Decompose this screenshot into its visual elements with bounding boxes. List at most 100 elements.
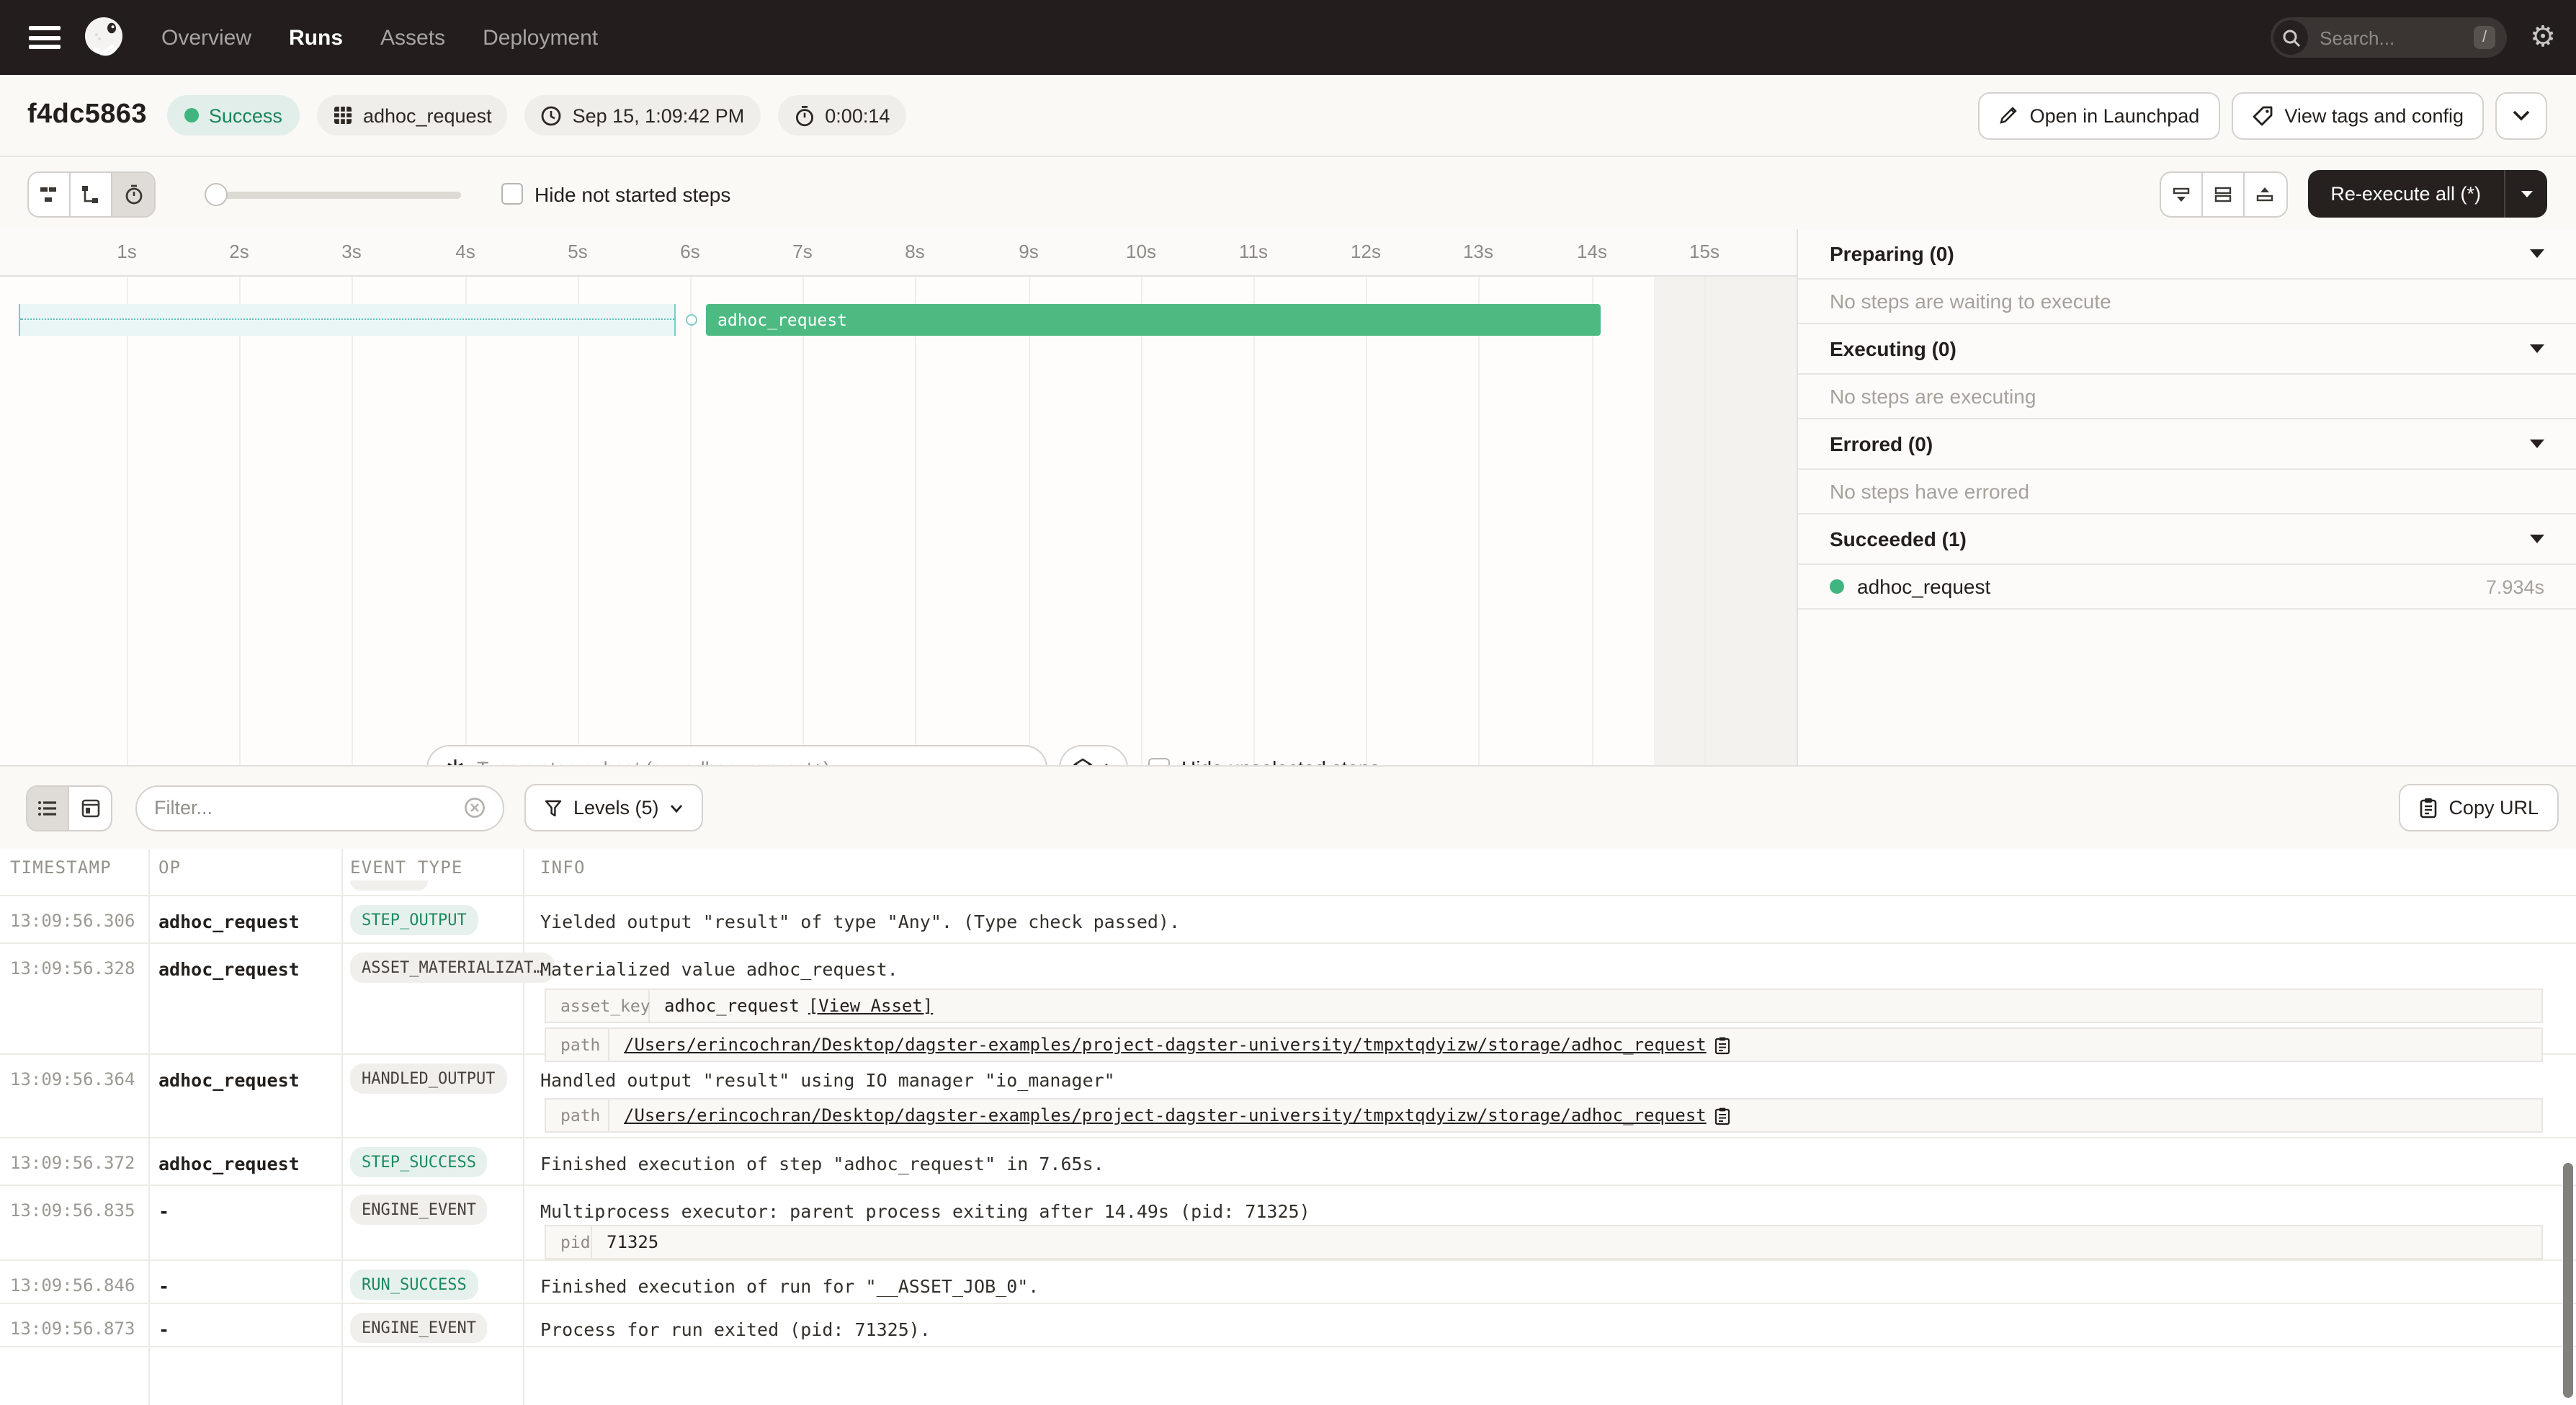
step-duration: 7.934s [2486, 576, 2544, 597]
timeline-tick-label: 6s [680, 241, 699, 262]
success-dot-icon [184, 108, 199, 122]
nav-link-runs[interactable]: Runs [289, 25, 343, 50]
caret-down-icon [2530, 440, 2544, 448]
hide-unselected-checkbox-row[interactable]: Hide unselected steps [1148, 757, 1380, 765]
copy-path-icon[interactable] [1715, 1035, 1731, 1054]
search-input[interactable]: Search... / [2271, 17, 2507, 58]
nav-link-assets[interactable]: Assets [380, 25, 445, 50]
event-type-badge: ENGINE_EVENT [350, 1313, 488, 1343]
filter-placeholder: Filter... [154, 797, 464, 819]
col-op: OP [158, 857, 181, 878]
gantt-toolbar: Hide not started steps [0, 159, 2576, 229]
split-panels-button[interactable] [2202, 172, 2244, 215]
copy-url-button[interactable]: Copy URL [2398, 784, 2559, 831]
job-name-chip[interactable]: adhoc_request [317, 95, 508, 135]
timeline-tick-label: 5s [568, 241, 587, 262]
log-row[interactable]: 13:09:56.364 adhoc_request HANDLED_OUTPU… [0, 1055, 2576, 1138]
slider-knob[interactable] [205, 182, 228, 205]
view-tags-config-button[interactable]: View tags and config [2231, 92, 2484, 139]
log-row[interactable]: 13:09:56.372 adhoc_request STEP_SUCCESS … [0, 1138, 2576, 1186]
log-row[interactable]: 13:09:56.846 - RUN_SUCCESS Finished exec… [0, 1261, 2576, 1304]
metadata-row: path /Users/erincochran/Desktop/dagster-… [545, 1098, 2543, 1133]
log-row[interactable]: 13:09:56.328 adhoc_request ASSET_MATERIA… [0, 944, 2576, 1055]
timeline-tick-label: 15s [1689, 241, 1719, 262]
waterfall-view-icon [81, 184, 101, 204]
flat-view-button[interactable] [29, 172, 71, 215]
waterfall-view-button[interactable] [71, 172, 112, 215]
section-executing[interactable]: Executing (0) [1798, 324, 2576, 375]
run-header: f4dc5863 Success adhoc_request Sep 15, 1… [0, 75, 2576, 157]
section-succeeded[interactable]: Succeeded (1) [1798, 514, 2576, 565]
structured-view-button[interactable] [69, 786, 111, 829]
log-row[interactable]: 13:09:56.835 - ENGINE_EVENT Multiprocess… [0, 1186, 2576, 1261]
timed-view-button[interactable] [112, 172, 154, 215]
timeline-tick-label: 3s [341, 241, 361, 262]
open-in-launchpad-button[interactable]: Open in Launchpad [1978, 92, 2220, 139]
gantt-body: adhoc_request Type a step subset (ex: ad… [0, 277, 1797, 765]
hide-unselected-checkbox[interactable] [1148, 757, 1170, 765]
caret-down-icon [2530, 249, 2544, 258]
log-view-mode-group [26, 785, 112, 831]
graph-query-button[interactable] [1059, 745, 1128, 765]
search-shortcut-kbd: / [2474, 26, 2495, 49]
clock-icon [541, 104, 563, 126]
hide-not-started-label: Hide not started steps [535, 182, 730, 205]
collapse-down-button[interactable] [2160, 172, 2202, 215]
list-view-button[interactable] [27, 786, 69, 829]
gantt-step-bar[interactable]: adhoc_request [706, 304, 1601, 336]
hamburger-menu-icon[interactable] [29, 26, 61, 49]
event-type-badge: HANDLED_OUTPUT [350, 1063, 506, 1094]
list-view-icon [37, 799, 58, 816]
nav-link-deployment[interactable]: Deployment [483, 25, 598, 50]
hide-not-started-checkbox-row[interactable]: Hide not started steps [501, 182, 730, 205]
hide-not-started-checkbox[interactable] [501, 183, 523, 205]
event-log-table: TIMESTAMP OP EVENT TYPE INFO 13:09:56.30… [0, 849, 2576, 1405]
gear-icon[interactable]: ⚙ [2530, 23, 2556, 52]
step-waiting-bar [19, 304, 676, 336]
log-scrollbar-thumb[interactable] [2563, 1163, 2573, 1398]
levels-dropdown-button[interactable]: Levels (5) [524, 784, 704, 831]
panel-up-icon [2255, 184, 2275, 204]
nav-links: Overview Runs Assets Deployment [161, 25, 598, 50]
metadata-row: pid 71325 [545, 1225, 2543, 1259]
succeeded-step-row[interactable]: adhoc_request 7.934s [1798, 565, 2576, 610]
op-selector-icon [445, 758, 465, 765]
layers-icon [1073, 758, 1092, 765]
event-type-badge: RUN_SUCCESS [350, 1270, 478, 1300]
clear-filter-icon[interactable] [464, 797, 486, 819]
gantt-chart: 1s 2s 3s 4s 5s 6s 7s 8s 9s 10s 11s 12s 1… [0, 229, 1797, 765]
after-run-shade [1654, 277, 1797, 765]
path-link[interactable]: /Users/erincochran/Desktop/dagster-examp… [624, 1035, 1707, 1055]
dagster-logo[interactable] [81, 14, 127, 61]
pencil-icon [1998, 105, 2018, 125]
flat-view-icon [39, 184, 59, 204]
timeline-tick-label: 2s [229, 241, 249, 262]
caret-down-icon [2530, 344, 2544, 353]
collapse-up-button[interactable] [2244, 172, 2286, 215]
preparing-empty-text: No steps are waiting to execute [1798, 280, 2576, 324]
reexecute-all-button[interactable]: Re-execute all (*) [2307, 170, 2504, 218]
step-subset-placeholder: Type a step subset (ex: adhoc_request+) [477, 757, 830, 765]
gantt-view-mode-group [27, 171, 156, 217]
timeline-tick-label: 1s [117, 241, 136, 262]
reexecute-dropdown-button[interactable] [2504, 170, 2547, 218]
run-actions-dropdown-button[interactable] [2495, 92, 2547, 139]
gantt-zoom-slider[interactable] [205, 182, 461, 205]
log-toolbar: Filter... Levels (5) C [0, 765, 2576, 849]
nav-link-overview[interactable]: Overview [161, 25, 251, 50]
col-timestamp: TIMESTAMP [10, 857, 112, 878]
section-preparing[interactable]: Preparing (0) [1798, 229, 2576, 280]
view-asset-link[interactable]: [View Asset] [808, 996, 933, 1016]
timeline-tick-label: 8s [905, 241, 924, 262]
step-subset-input[interactable]: Type a step subset (ex: adhoc_request+) [426, 745, 1047, 765]
path-link[interactable]: /Users/erincochran/Desktop/dagster-examp… [624, 1105, 1707, 1125]
step-status-panel: Preparing (0) No steps are waiting to ex… [1797, 229, 2576, 765]
log-filter-input[interactable]: Filter... [135, 785, 504, 831]
event-type-badge: STEP_OUTPUT [350, 905, 478, 935]
copy-path-icon[interactable] [1715, 1106, 1731, 1125]
panel-layout-group [2159, 171, 2287, 217]
section-errored[interactable]: Errored (0) [1798, 419, 2576, 470]
chevron-down-icon [671, 803, 684, 812]
log-row[interactable]: 13:09:56.873 - ENGINE_EVENT Process for … [0, 1304, 2576, 1347]
log-row[interactable]: 13:09:56.306 adhoc_request STEP_OUTPUT Y… [0, 896, 2576, 944]
